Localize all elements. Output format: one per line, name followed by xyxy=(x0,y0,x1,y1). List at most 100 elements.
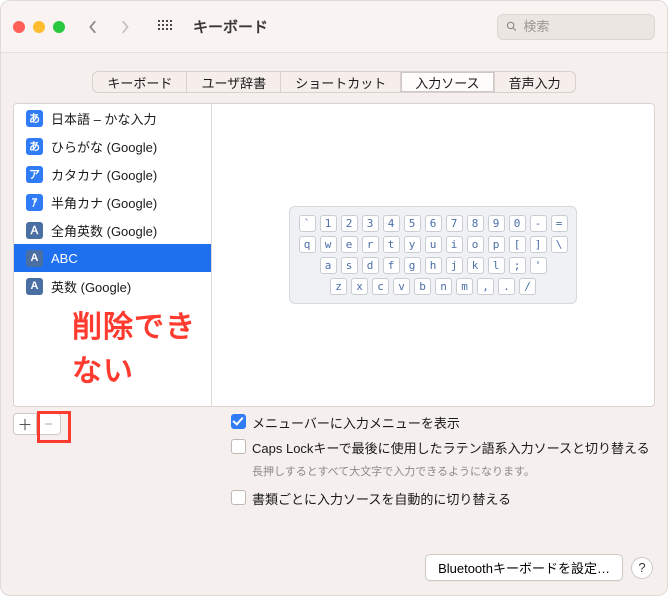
key: 3 xyxy=(362,215,379,232)
key: ` xyxy=(299,215,316,232)
chevron-left-icon xyxy=(88,20,98,34)
bluetooth-keyboard-button[interactable]: Bluetoothキーボードを設定… xyxy=(425,554,623,581)
window-root: キーボード キーボードユーザ辞書ショートカット入力ソース音声入力 あ日本語 – … xyxy=(0,0,668,596)
key: 8 xyxy=(467,215,484,232)
search-input[interactable] xyxy=(523,19,646,34)
source-item[interactable]: アカタカナ (Google) xyxy=(14,160,211,188)
grid-icon xyxy=(158,20,172,34)
key: g xyxy=(404,257,421,274)
source-label: 日本語 – かな入力 xyxy=(51,109,156,128)
input-source-icon: あ xyxy=(26,110,43,127)
key: \ xyxy=(551,236,568,253)
input-source-icon: あ xyxy=(26,138,43,155)
nav-back-button[interactable] xyxy=(81,16,105,38)
keyboard-preview: `1234567890-=qwertyuiop[]\asdfghjkl;'zxc… xyxy=(212,104,654,406)
option-caps-lock[interactable]: Caps Lockキーで最後に使用したラテン語系入力ソースと切り替える xyxy=(231,438,655,457)
key: s xyxy=(341,257,358,274)
key: h xyxy=(425,257,442,274)
option-label: メニューバーに入力メニューを表示 xyxy=(252,413,460,432)
key: l xyxy=(488,257,505,274)
tab-2[interactable]: ショートカット xyxy=(281,71,401,93)
option-label: Caps Lockキーで最後に使用したラテン語系入力ソースと切り替える xyxy=(252,438,650,457)
bottom-bar: Bluetoothキーボードを設定… ? xyxy=(1,540,667,595)
checkbox-icon xyxy=(231,439,246,454)
key: r xyxy=(362,236,379,253)
source-item[interactable]: ｱ 半角カナ (Google) xyxy=(14,188,211,216)
option-hint: 長押しするとすべて大文字で入力できるようになります。 xyxy=(252,463,655,479)
search-field[interactable] xyxy=(497,14,655,40)
tab-bar: キーボードユーザ辞書ショートカット入力ソース音声入力 xyxy=(1,71,667,93)
option-per-doc[interactable]: 書類ごとに入力ソースを自動的に切り替える xyxy=(231,489,655,508)
source-item[interactable]: Ａ全角英数 (Google) xyxy=(14,216,211,244)
help-button[interactable]: ? xyxy=(631,557,653,579)
key: d xyxy=(362,257,379,274)
key: a xyxy=(320,257,337,274)
key: ' xyxy=(530,257,547,274)
zoom-window-button[interactable] xyxy=(53,21,65,33)
key: z xyxy=(330,278,347,295)
key: 4 xyxy=(383,215,400,232)
keyboard-layout: `1234567890-=qwertyuiop[]\asdfghjkl;'zxc… xyxy=(289,206,577,304)
key: 2 xyxy=(341,215,358,232)
key: v xyxy=(393,278,410,295)
key: c xyxy=(372,278,389,295)
source-label: ABC xyxy=(51,251,78,266)
key: ] xyxy=(530,236,547,253)
source-item[interactable]: A英数 (Google) xyxy=(14,272,211,300)
key: 5 xyxy=(404,215,421,232)
key: n xyxy=(435,278,452,295)
nav-forward-button[interactable] xyxy=(113,16,137,38)
add-source-button[interactable]: ＋ xyxy=(13,413,37,435)
source-label: ひらがな (Google) xyxy=(51,137,157,156)
source-item[interactable]: あひらがな (Google) xyxy=(14,132,211,160)
source-label: 英数 (Google) xyxy=(51,277,131,296)
key: 7 xyxy=(446,215,463,232)
minimize-window-button[interactable] xyxy=(33,21,45,33)
key: 6 xyxy=(425,215,442,232)
key: x xyxy=(351,278,368,295)
show-all-prefs-button[interactable] xyxy=(151,16,179,38)
key: y xyxy=(404,236,421,253)
source-item[interactable]: あ日本語 – かな入力 xyxy=(14,104,211,132)
keyboard-row: qwertyuiop[]\ xyxy=(296,236,570,253)
key: i xyxy=(446,236,463,253)
below-panel-row: ＋ − メニューバーに入力メニューを表示 Caps Lockキーで最後に使用した… xyxy=(13,413,655,508)
source-list: あ日本語 – かな入力あひらがな (Google)アカタカナ (Google)ｱ… xyxy=(14,104,212,406)
key: k xyxy=(467,257,484,274)
tab-0[interactable]: キーボード xyxy=(92,71,187,93)
source-item[interactable]: A ABC xyxy=(14,244,211,272)
source-label: 半角カナ (Google) xyxy=(51,193,157,212)
tab-3[interactable]: 入力ソース xyxy=(401,71,494,93)
key: [ xyxy=(509,236,526,253)
add-remove-controls: ＋ − xyxy=(13,413,61,508)
key: b xyxy=(414,278,431,295)
key: / xyxy=(519,278,536,295)
tab-1[interactable]: ユーザ辞書 xyxy=(187,71,281,93)
window-title: キーボード xyxy=(193,16,268,37)
remove-source-button[interactable]: − xyxy=(37,413,61,435)
close-window-button[interactable] xyxy=(13,21,25,33)
input-source-icon: ｱ xyxy=(26,194,43,211)
key: , xyxy=(477,278,494,295)
key: w xyxy=(320,236,337,253)
key: p xyxy=(488,236,505,253)
key: = xyxy=(551,215,568,232)
titlebar: キーボード xyxy=(1,1,667,53)
keyboard-row: zxcvbnm,./ xyxy=(296,278,570,295)
key: u xyxy=(425,236,442,253)
key: e xyxy=(341,236,358,253)
source-label: カタカナ (Google) xyxy=(51,165,157,184)
key: 1 xyxy=(320,215,337,232)
input-sources-panel: あ日本語 – かな入力あひらがな (Google)アカタカナ (Google)ｱ… xyxy=(13,103,655,407)
key: 9 xyxy=(488,215,505,232)
input-source-icon: A xyxy=(26,250,43,267)
option-show-menu[interactable]: メニューバーに入力メニューを表示 xyxy=(231,413,655,432)
checkbox-icon xyxy=(231,490,246,505)
source-label: 全角英数 (Google) xyxy=(51,221,157,240)
tab-4[interactable]: 音声入力 xyxy=(495,71,576,93)
options-group: メニューバーに入力メニューを表示 Caps Lockキーで最後に使用したラテン語… xyxy=(231,413,655,508)
search-icon xyxy=(506,20,517,33)
key: q xyxy=(299,236,316,253)
key: 0 xyxy=(509,215,526,232)
checkbox-icon xyxy=(231,414,246,429)
